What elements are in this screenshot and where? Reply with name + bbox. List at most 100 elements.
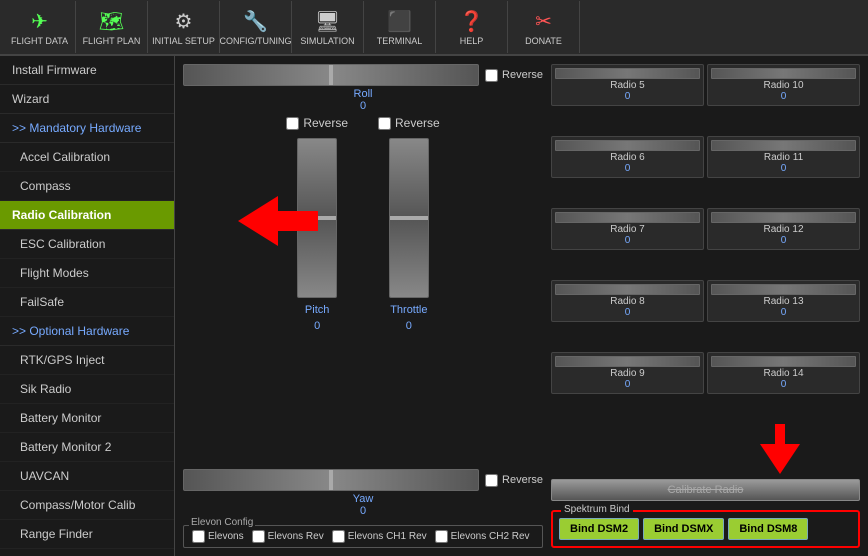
elevon-config-wrapper: Elevon Config Elevons Elevons Rev Elevon… (183, 525, 543, 548)
radio-channel-value-5: 0 (781, 235, 787, 246)
radio-channel-name-8: Radio 9 (610, 368, 644, 379)
elevons-ch2-checkbox[interactable] (435, 530, 448, 543)
bind-dsm2-button[interactable]: Bind DSM2 (559, 518, 639, 540)
yaw-reverse-check[interactable]: Reverse (485, 474, 543, 487)
elevons-checkbox[interactable] (192, 530, 205, 543)
sidebar-item-wizard[interactable]: Wizard (0, 85, 174, 114)
roll-slider-thumb (329, 65, 333, 85)
config-tuning-icon: 🔧 (243, 9, 268, 34)
toolbar-label-initial-setup: INITIAL SETUP (152, 36, 215, 46)
toolbar-flight-data[interactable]: ✈ FLIGHT DATA (4, 1, 76, 53)
elevon-config-label: Elevon Config (189, 517, 255, 528)
radio-bar-5 (711, 212, 856, 223)
sidebar-item-flight-modes[interactable]: Flight Modes (0, 259, 174, 288)
sidebar-item-install-firmware[interactable]: Install Firmware (0, 56, 174, 85)
elevons-ch1-check[interactable]: Elevons CH1 Rev (332, 530, 427, 543)
main-layout: Install Firmware Wizard >> Mandatory Har… (0, 56, 868, 556)
throttle-reverse-checkbox[interactable] (378, 117, 391, 130)
radio-channel-radio-6: Radio 6 0 (551, 136, 704, 178)
radio-channel-value-3: 0 (781, 163, 787, 174)
bind-dsmx-button[interactable]: Bind DSMX (643, 518, 724, 540)
sidebar-item-accel-calibration[interactable]: Accel Calibration (0, 143, 174, 172)
radio-channel-radio-9: Radio 9 0 (551, 352, 704, 394)
sidebar-item-sik-radio[interactable]: Sik Radio (0, 375, 174, 404)
toolbar-help[interactable]: ❓ HELP (436, 1, 508, 53)
sidebar-item-rtk-gps[interactable]: RTK/GPS Inject (0, 346, 174, 375)
radio-channel-name-7: Radio 13 (763, 296, 803, 307)
elevons-ch2-check[interactable]: Elevons CH2 Rev (435, 530, 530, 543)
radio-channel-radio-14: Radio 14 0 (707, 352, 860, 394)
yaw-section: Reverse Yaw 0 (183, 469, 543, 517)
sidebar-item-battery-monitor-2[interactable]: Battery Monitor 2 (0, 433, 174, 462)
yaw-slider[interactable] (183, 469, 479, 491)
radio-channel-grid: Radio 5 0 Radio 10 0 Radio 6 0 Radio 11 … (551, 64, 860, 421)
flight-plan-icon: 🗺 (99, 9, 124, 34)
sidebar-item-compass-motor-calib[interactable]: Compass/Motor Calib (0, 491, 174, 520)
elevons-check[interactable]: Elevons (192, 530, 244, 543)
elevons-ch1-checkbox[interactable] (332, 530, 345, 543)
content-area: Reverse Roll 0 Reverse (175, 56, 868, 556)
radio-channel-name-9: Radio 14 (763, 368, 803, 379)
toolbar-simulation[interactable]: 🖥 SIMULATION (292, 1, 364, 53)
spektrum-bind-label: Spektrum Bind (561, 504, 633, 515)
calibrate-radio-button[interactable]: Calibrate Radio (551, 479, 860, 501)
roll-section: Reverse Roll 0 (183, 64, 543, 112)
radio-bar-2 (555, 140, 700, 151)
donate-icon: ✂ (535, 9, 552, 34)
sidebar-item-radio-calibration[interactable]: Radio Calibration (0, 201, 174, 230)
toolbar-label-terminal: TERMINAL (377, 36, 423, 46)
sidebar-item-uavcan[interactable]: UAVCAN (0, 462, 174, 491)
radio-channel-value-8: 0 (625, 379, 631, 390)
toolbar-label-config-tuning: CONFIG/TUNING (220, 36, 292, 46)
elevons-label: Elevons (208, 531, 244, 542)
toolbar: ✈ FLIGHT DATA 🗺 FLIGHT PLAN ⚙ INITIAL SE… (0, 0, 868, 56)
elevon-config: Elevon Config Elevons Elevons Rev Elevon… (183, 525, 543, 548)
toolbar-terminal[interactable]: ⬛ TERMINAL (364, 1, 436, 53)
sidebar-item-esc-calibration[interactable]: ESC Calibration (0, 230, 174, 259)
roll-reverse-check[interactable]: Reverse (485, 69, 543, 82)
radio-channel-value-1: 0 (781, 91, 787, 102)
yaw-reverse-label: Reverse (502, 474, 543, 486)
sidebar-item-compass[interactable]: Compass (0, 172, 174, 201)
sidebar-section-mandatory: >> Mandatory Hardware (0, 114, 174, 143)
sidebar-item-failsafe[interactable]: FailSafe (0, 288, 174, 317)
spektrum-buttons-row: Bind DSM2 Bind DSMX Bind DSM8 (559, 518, 852, 540)
simulation-icon: 🖥 (315, 9, 340, 34)
elevons-rev-label: Elevons Rev (268, 531, 324, 542)
elevons-ch2-label: Elevons CH2 Rev (451, 531, 530, 542)
radio-channel-radio-7: Radio 7 0 (551, 208, 704, 250)
roll-value: 0 (360, 100, 366, 112)
throttle-slider[interactable] (389, 138, 429, 298)
throttle-reverse-label: Reverse (395, 116, 440, 130)
yaw-label: Yaw (353, 493, 374, 505)
radio-bar-4 (555, 212, 700, 223)
toolbar-initial-setup[interactable]: ⚙ INITIAL SETUP (148, 1, 220, 53)
radio-channel-name-3: Radio 11 (764, 152, 803, 163)
radio-bar-9 (711, 356, 856, 367)
toolbar-donate[interactable]: ✂ DONATE (508, 1, 580, 53)
throttle-slider-container: Reverse Throttle 0 (378, 116, 440, 332)
bind-dsm8-button[interactable]: Bind DSM8 (728, 518, 808, 540)
roll-label: Roll (354, 88, 373, 100)
elevons-rev-check[interactable]: Elevons Rev (252, 530, 324, 543)
pitch-reverse-label: Reverse (303, 116, 348, 130)
radio-channel-name-6: Radio 8 (610, 296, 644, 307)
roll-slider[interactable] (183, 64, 479, 86)
elevons-rev-checkbox[interactable] (252, 530, 265, 543)
help-icon: ❓ (459, 9, 484, 34)
roll-slider-container: Reverse (183, 64, 543, 86)
throttle-label: Throttle (390, 304, 427, 316)
toolbar-label-simulation: SIMULATION (300, 36, 354, 46)
sidebar-item-battery-monitor[interactable]: Battery Monitor (0, 404, 174, 433)
radio-channel-name-1: Radio 10 (763, 80, 803, 91)
toolbar-config-tuning[interactable]: 🔧 CONFIG/TUNING (220, 1, 292, 53)
radio-channel-radio-11: Radio 11 0 (707, 136, 860, 178)
roll-reverse-checkbox[interactable] (485, 69, 498, 82)
toolbar-label-help: HELP (460, 36, 484, 46)
yaw-reverse-checkbox[interactable] (485, 474, 498, 487)
pitch-reverse-checkbox[interactable] (286, 117, 299, 130)
toolbar-flight-plan[interactable]: 🗺 FLIGHT PLAN (76, 1, 148, 53)
radio-channel-name-2: Radio 6 (610, 152, 644, 163)
sidebar-item-range-finder[interactable]: Range Finder (0, 520, 174, 549)
vertical-sliders-row: Reverse Pitch 0 Revers (183, 116, 543, 332)
